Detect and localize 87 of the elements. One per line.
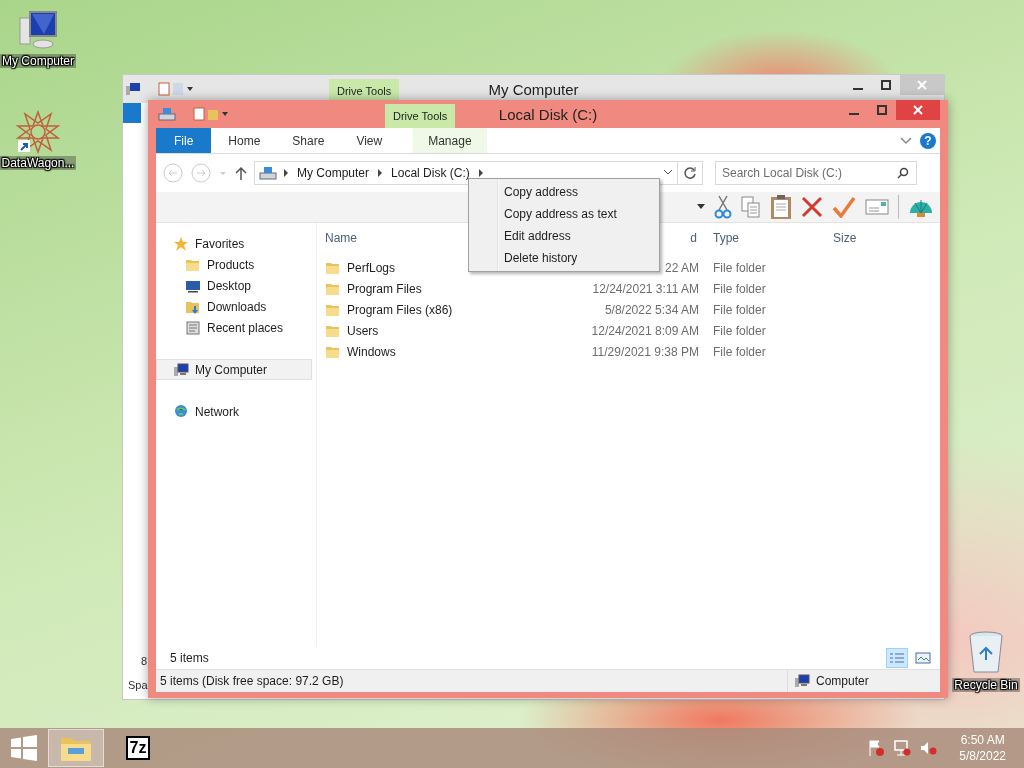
taskbar-app[interactable] — [48, 729, 104, 767]
computer-icon — [16, 8, 60, 52]
taskbar-app[interactable]: 7z — [110, 729, 166, 767]
flag-icon[interactable] — [867, 739, 886, 757]
type-cell-text: File folder — [712, 344, 767, 359]
nav-item[interactable]: Favorites — [156, 233, 312, 254]
type-cell-text: File folder — [712, 281, 767, 296]
computer-icon — [173, 361, 189, 378]
checkmark-icon[interactable] — [832, 196, 856, 218]
computer-icon — [125, 81, 141, 97]
search-field[interactable]: Search Local Disk (C:) — [715, 161, 917, 185]
ribbon-tab[interactable]: Home — [213, 128, 276, 153]
menu-item[interactable]: Delete history — [471, 247, 657, 269]
chevron-down-icon[interactable] — [663, 169, 673, 177]
file-name[interactable]: Windows — [347, 344, 396, 359]
up-arrow-icon[interactable] — [234, 165, 248, 181]
windows-logo-icon — [11, 735, 37, 761]
minimize-icon — [849, 113, 859, 115]
computer-icon — [794, 673, 810, 689]
location-label: Computer — [816, 674, 869, 688]
date-cell-text: 22 AM — [663, 260, 700, 275]
network-icon[interactable] — [893, 739, 912, 757]
column-header[interactable]: Type — [705, 227, 825, 249]
minimize-icon — [853, 88, 863, 90]
file-name[interactable]: Program Files — [347, 281, 422, 296]
status-text: 8 — [141, 655, 148, 667]
drive-icon — [158, 106, 176, 122]
close-icon — [917, 80, 927, 90]
window-title: Local Disk (C:) — [498, 105, 598, 123]
file-name[interactable]: Program Files (x86) — [347, 302, 453, 317]
nav-item[interactable]: Downloads — [156, 296, 312, 317]
context-tab-label: Drive Tools — [329, 79, 400, 103]
caret-icon[interactable] — [697, 204, 705, 210]
ribbon-tab[interactable]: File — [156, 128, 212, 153]
recent-places-icon — [185, 319, 201, 336]
type-cell-text: File folder — [712, 323, 767, 338]
details-view-icon — [889, 652, 905, 664]
nav-item[interactable]: Desktop — [156, 275, 312, 296]
context-tab-label: Drive Tools — [385, 104, 456, 128]
menu-item[interactable]: Edit address — [471, 225, 657, 247]
scissors-icon[interactable] — [714, 195, 732, 219]
view-toggle[interactable] — [886, 648, 908, 668]
close-button[interactable] — [896, 100, 940, 120]
refresh-icon — [683, 166, 697, 180]
date-cell-text: 11/29/2021 9:38 PM — [590, 344, 700, 359]
copy-icon[interactable] — [741, 195, 761, 219]
status-text: Spa — [128, 679, 148, 691]
type-cell-text: File folder — [712, 260, 767, 275]
nav-item[interactable]: Recent places — [156, 317, 312, 338]
starburst-shortcut-icon — [16, 110, 60, 154]
drive-icon — [259, 165, 277, 181]
chevron-right-icon — [477, 169, 484, 177]
file-name[interactable]: Users — [347, 323, 379, 338]
breadcrumb-item[interactable]: Local Disk (C:) — [389, 166, 472, 180]
chevron-right-icon — [283, 169, 289, 177]
search-icon — [897, 167, 909, 179]
date-cell-text: 12/24/2021 3:11 AM — [591, 281, 700, 296]
date-cell-text: 12/24/2021 8:09 AM — [590, 323, 700, 338]
maximize-icon — [877, 105, 887, 115]
chevron-down-icon[interactable] — [900, 136, 912, 145]
chevron-right-icon — [377, 169, 384, 177]
help-button[interactable]: ? — [920, 132, 936, 149]
ribbon-tab[interactable]: View — [341, 128, 398, 153]
close-icon — [913, 105, 923, 115]
item-count: 5 items — [170, 651, 209, 665]
ribbon-tab[interactable]: Manage — [413, 128, 487, 153]
network-icon — [173, 403, 189, 420]
file-name[interactable]: PerfLogs — [347, 260, 396, 275]
tiles-view-icon — [915, 652, 931, 664]
delete-x-icon[interactable] — [801, 196, 823, 218]
date-cell-text: 5/8/2022 5:34 AM — [603, 302, 700, 317]
refresh-button[interactable] — [677, 161, 703, 185]
menu-item[interactable]: Copy address as text — [471, 203, 657, 225]
window-title: My Computer — [488, 80, 579, 98]
column-header[interactable]: Size — [825, 227, 905, 249]
envelope-icon[interactable] — [865, 198, 889, 216]
ribbon-tab[interactable]: Share — [277, 128, 340, 153]
type-cell-text: File folder — [712, 302, 767, 317]
nav-item[interactable]: My Computer — [156, 359, 312, 380]
nav-item[interactable]: Network — [156, 401, 312, 422]
nav-item[interactable]: Products — [156, 254, 312, 275]
breadcrumb-item[interactable]: My Computer — [295, 166, 372, 180]
recycle-bin-icon — [966, 630, 1006, 676]
clipboard-icon[interactable] — [770, 194, 792, 220]
status-text: 5 items (Disk free space: 97.2 GB) — [160, 674, 344, 688]
star-icon — [173, 235, 189, 252]
maximize-icon — [881, 80, 891, 90]
